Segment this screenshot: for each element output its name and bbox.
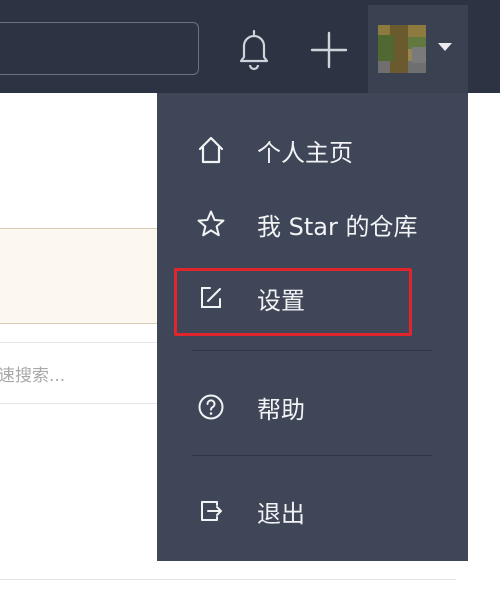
user-menu-toggle[interactable]	[368, 5, 468, 93]
plus-icon[interactable]	[307, 28, 351, 72]
menu-item-label: 退出	[257, 499, 305, 528]
menu-item-label: 帮助	[257, 395, 305, 424]
user-dropdown-menu: 个人主页 我 Star 的仓库 设置 帮助 退出	[157, 93, 468, 561]
divider	[0, 579, 456, 580]
highlight-box	[174, 268, 412, 336]
filter-placeholder: 速搜索...	[0, 366, 66, 386]
caret-down-icon[interactable]	[438, 43, 452, 51]
menu-item-logout[interactable]: 退出	[157, 481, 468, 541]
menu-item-profile[interactable]: 个人主页	[157, 120, 468, 180]
filter-input[interactable]: 速搜索...	[0, 342, 158, 404]
menu-item-label: 个人主页	[257, 138, 353, 167]
avatar[interactable]	[378, 25, 426, 73]
menu-divider	[192, 455, 432, 456]
menu-item-label: 我 Star 的仓库	[257, 212, 418, 241]
notice-banner	[0, 228, 158, 324]
help-icon	[195, 391, 227, 423]
top-navbar	[0, 0, 500, 93]
star-icon	[195, 208, 227, 240]
menu-item-help[interactable]: 帮助	[157, 377, 468, 437]
search-input[interactable]	[0, 22, 199, 75]
bell-icon[interactable]	[234, 26, 274, 72]
logout-icon	[195, 495, 227, 527]
menu-divider	[192, 350, 432, 351]
home-icon	[195, 134, 227, 166]
menu-item-starred-repos[interactable]: 我 Star 的仓库	[157, 194, 468, 254]
